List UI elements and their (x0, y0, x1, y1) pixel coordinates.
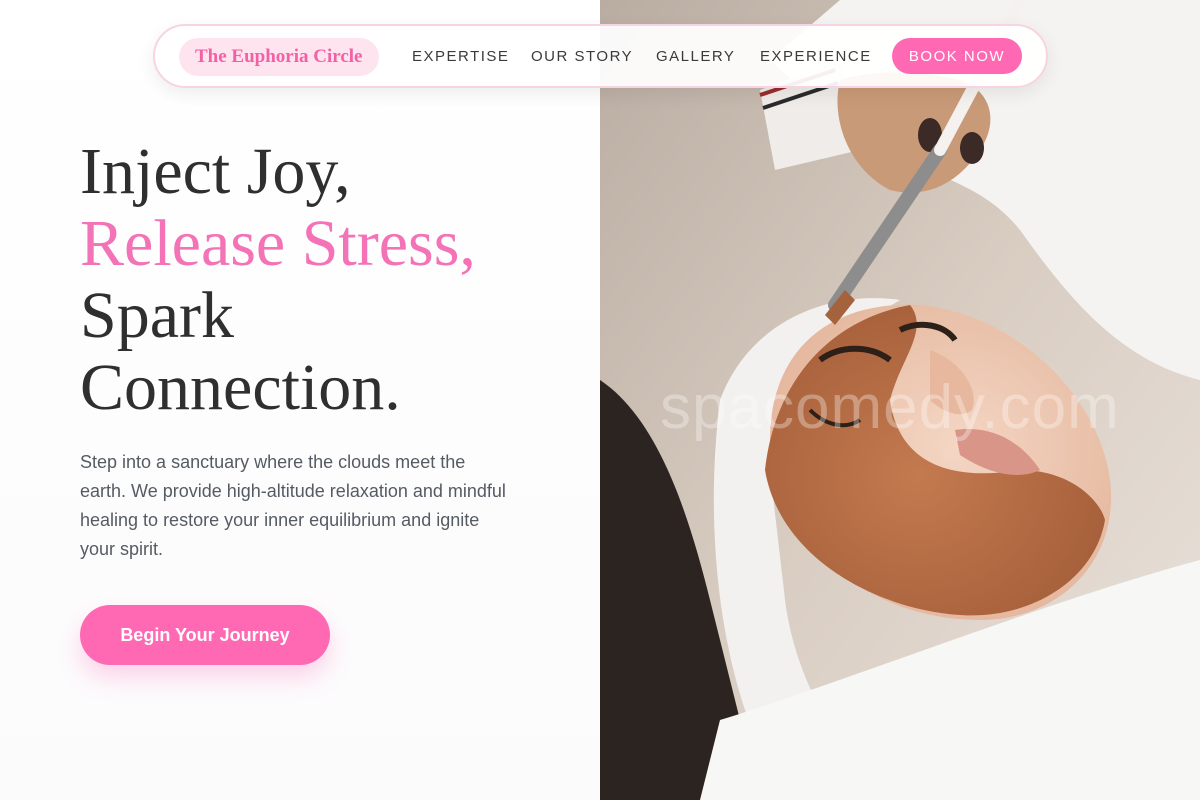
nav-link-gallery[interactable]: GALLERY (656, 46, 735, 68)
book-now-button[interactable]: BOOK NOW (892, 38, 1022, 74)
hero-section: Inject Joy, Release Stress, Spark Connec… (0, 0, 600, 800)
brand-logo[interactable]: The Euphoria Circle (179, 38, 379, 76)
begin-journey-button[interactable]: Begin Your Journey (80, 605, 330, 665)
nav-link-experience[interactable]: EXPERIENCE (760, 46, 872, 68)
image-watermark: spacomedy.com (660, 373, 1120, 442)
nav-link-our-story[interactable]: OUR STORY (531, 46, 633, 68)
nav-link-expertise[interactable]: EXPERTISE (412, 46, 509, 68)
headline-line-1: Inject Joy, (80, 135, 351, 208)
navbar: The Euphoria Circle EXPERTISE OUR STORY … (153, 24, 1048, 88)
headline-line-3: Spark (80, 279, 234, 352)
headline-line-2: Release Stress, (80, 207, 476, 280)
hero-description: Step into a sanctuary where the clouds m… (80, 452, 506, 559)
hero-photo: spacomedy.com (600, 0, 1200, 800)
hero-headline: Inject Joy, Release Stress, Spark Connec… (80, 136, 580, 424)
headline-line-4: Connection. (80, 351, 401, 424)
